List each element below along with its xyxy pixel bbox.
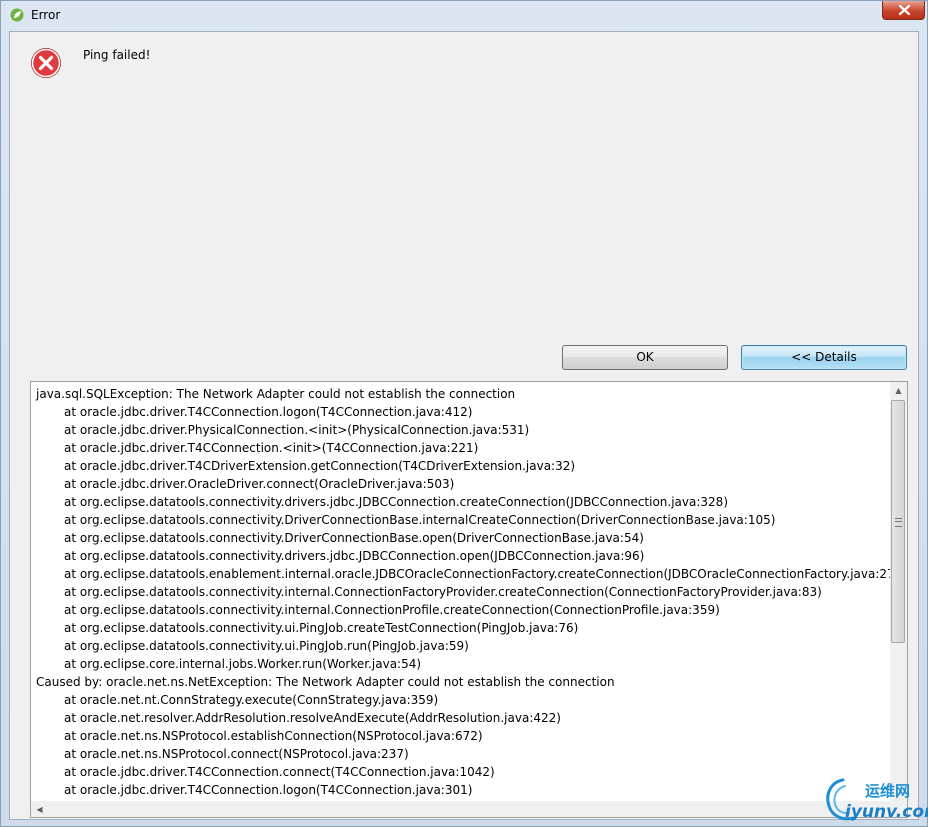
stack-trace-line: at org.eclipse.datatools.connectivity.ui…: [64, 621, 579, 635]
arrow-up-icon[interactable]: ▲: [890, 382, 907, 399]
dialog-content: Ping failed! OK << Details java.sql.SQLE…: [9, 31, 919, 820]
stack-trace-line: at org.eclipse.datatools.connectivity.Dr…: [64, 531, 644, 545]
window-title: Error: [31, 8, 61, 22]
scrollbar-thumb[interactable]: [891, 400, 905, 643]
stack-trace-line: at oracle.net.nt.ConnStrategy.execute(Co…: [64, 693, 439, 707]
stack-trace-line: at org.eclipse.datatools.connectivity.in…: [64, 603, 720, 617]
arrow-left-icon[interactable]: ◀: [31, 801, 48, 817]
stack-trace-line: at oracle.net.resolver.AddrResolution.re…: [64, 711, 561, 725]
stack-trace-line: at oracle.jdbc.driver.T4CConnection.conn…: [64, 765, 495, 779]
stack-trace-line: at oracle.jdbc.driver.T4CConnection.logo…: [64, 405, 473, 419]
title-bar[interactable]: Error: [1, 1, 927, 31]
stack-trace-line: Caused by: oracle.net.ns.NetException: T…: [36, 675, 615, 689]
stack-trace-line: at oracle.jdbc.driver.OracleDriver.conne…: [64, 477, 455, 491]
error-x-icon: [31, 48, 61, 78]
close-button[interactable]: [882, 1, 925, 20]
stack-trace-line: at org.eclipse.datatools.enablement.inte…: [64, 567, 900, 581]
stack-trace-line: at org.eclipse.core.internal.jobs.Worker…: [64, 657, 422, 671]
stack-trace-line: at org.eclipse.datatools.connectivity.ui…: [64, 639, 469, 653]
watermark-en: iyunv.com: [845, 802, 928, 822]
spring-leaf-icon: [10, 8, 24, 22]
stack-trace-line: at oracle.jdbc.driver.PhysicalConnection…: [64, 423, 530, 437]
stack-trace-line: at oracle.jdbc.driver.T4CDriverExtension…: [64, 459, 576, 473]
grip-icon: [895, 518, 902, 527]
stack-trace-line: at org.eclipse.datatools.connectivity.in…: [64, 585, 822, 599]
stack-trace: java.sql.SQLException: The Network Adapt…: [36, 385, 900, 799]
stack-trace-line: at org.eclipse.datatools.connectivity.dr…: [64, 549, 645, 563]
watermark-cn: 运维网: [865, 782, 911, 800]
stack-trace-line: at oracle.net.ns.NSProtocol.establishCon…: [64, 729, 483, 743]
stack-trace-line: at oracle.net.ns.NSProtocol.connect(NSPr…: [64, 747, 409, 761]
ok-button[interactable]: OK: [562, 345, 728, 370]
stack-trace-line: at org.eclipse.datatools.connectivity.Dr…: [64, 513, 776, 527]
stack-trace-line: at oracle.jdbc.driver.T4CConnection.<ini…: [64, 441, 479, 455]
stack-trace-line: at oracle.jdbc.driver.T4CConnection.logo…: [64, 783, 473, 797]
details-text-area[interactable]: java.sql.SQLException: The Network Adapt…: [30, 381, 908, 818]
close-icon: [898, 4, 911, 16]
vertical-scrollbar[interactable]: ▲: [890, 382, 907, 802]
watermark: 运维网 iyunv.com: [823, 772, 928, 827]
error-message: Ping failed!: [83, 48, 151, 62]
horizontal-scrollbar[interactable]: ◀: [31, 801, 907, 817]
stack-trace-line: at org.eclipse.datatools.connectivity.dr…: [64, 495, 728, 509]
error-dialog: Error Ping failed! OK << Details java.sq…: [0, 0, 928, 827]
details-toggle-button[interactable]: << Details: [741, 345, 907, 370]
stack-trace-line: java.sql.SQLException: The Network Adapt…: [36, 387, 516, 401]
